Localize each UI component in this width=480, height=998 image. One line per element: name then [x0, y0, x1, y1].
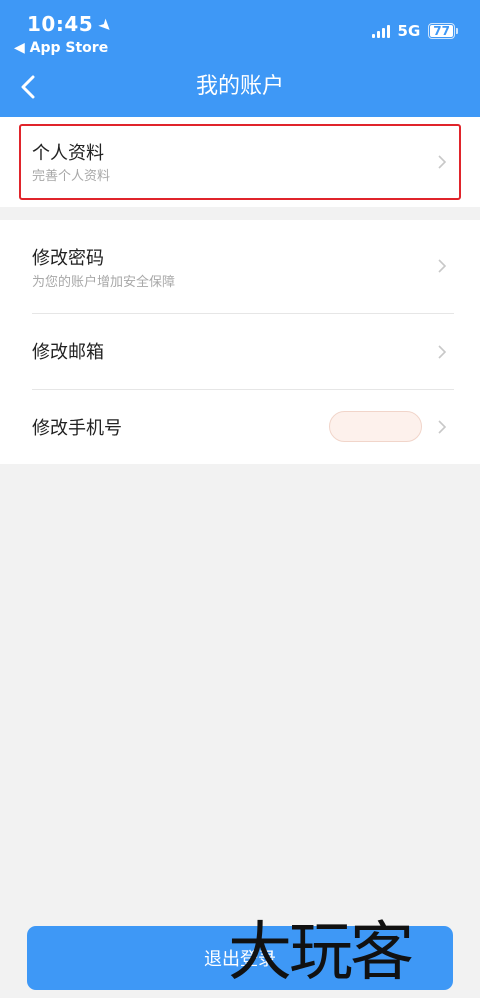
location-arrow-icon: ➤ — [94, 13, 118, 38]
change-password-subtitle: 为您的账户增加安全保障 — [32, 275, 176, 290]
chevron-right-icon — [438, 259, 447, 273]
change-email-row[interactable]: 修改邮箱 — [0, 314, 480, 389]
battery-icon: 77 — [428, 23, 458, 39]
status-indicators: 5G 77 — [371, 22, 458, 40]
change-password-row[interactable]: 修改密码 为您的账户增加安全保障 — [0, 220, 480, 313]
chevron-right-icon — [438, 345, 447, 359]
battery-level: 77 — [430, 25, 453, 37]
phone-value-pill — [329, 411, 422, 442]
change-password-title: 修改密码 — [32, 248, 104, 269]
chevron-right-icon — [438, 420, 447, 434]
status-time: 10:45➤ — [27, 12, 118, 38]
change-email-title: 修改邮箱 — [32, 342, 104, 363]
page-title: 我的账户 — [195, 74, 284, 99]
header: 10:45➤ ◀ App Store 5G 77 我的账户 — [0, 0, 480, 117]
back-to-app-store[interactable]: ◀ App Store — [14, 40, 108, 56]
highlight-annotation — [19, 124, 461, 200]
signal-icon — [371, 24, 390, 38]
watermark: 大玩客 — [228, 916, 414, 990]
network-type: 5G — [397, 22, 421, 40]
change-phone-title: 修改手机号 — [32, 418, 122, 439]
